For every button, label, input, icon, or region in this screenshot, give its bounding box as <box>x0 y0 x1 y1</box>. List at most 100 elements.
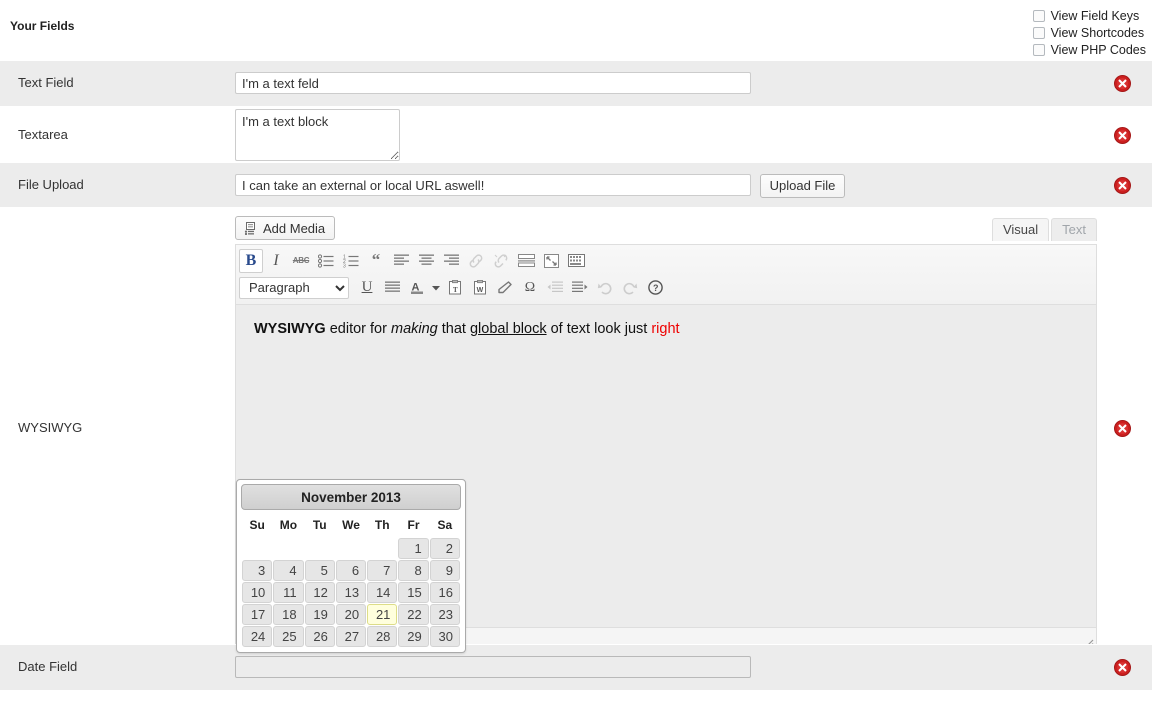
datepicker-day[interactable]: 10 <box>242 582 273 603</box>
datepicker-day[interactable]: 7 <box>367 560 398 581</box>
page-header: Your Fields View Field Keys View Shortco… <box>0 0 1152 60</box>
redo-icon[interactable] <box>618 276 642 300</box>
view-php-codes-option[interactable]: View PHP Codes <box>1032 42 1146 57</box>
datepicker-popup[interactable]: November 2013 Su Mo Tu We Th Fr Sa 12345… <box>236 479 466 653</box>
datepicker-day[interactable]: 3 <box>242 560 273 581</box>
delete-field-button-textarea[interactable] <box>1114 127 1131 144</box>
datepicker-day[interactable]: 18 <box>273 604 304 625</box>
datepicker-day[interactable]: 1 <box>398 538 429 559</box>
datepicker-day-cell: 7 <box>367 560 398 581</box>
date-field-input[interactable] <box>235 656 751 678</box>
align-right-icon[interactable] <box>439 249 463 273</box>
datepicker-day[interactable]: 29 <box>398 626 429 647</box>
unordered-list-icon[interactable] <box>314 249 338 273</box>
delete-field-button-file-upload[interactable] <box>1114 177 1131 194</box>
tab-text[interactable]: Text <box>1051 218 1097 241</box>
datepicker-day-cell: 21 <box>367 604 398 625</box>
upload-file-button[interactable]: Upload File <box>759 174 846 198</box>
svg-text:W: W <box>477 287 484 294</box>
strikethrough-icon[interactable]: ABC <box>289 249 313 273</box>
datepicker-day[interactable]: 20 <box>335 604 367 625</box>
view-php-codes-checkbox[interactable] <box>1032 43 1045 56</box>
view-shortcodes-checkbox[interactable] <box>1032 26 1045 39</box>
datepicker-day[interactable]: 14 <box>367 582 398 603</box>
undo-icon[interactable] <box>593 276 617 300</box>
datepicker-empty <box>305 538 335 559</box>
align-justify-icon[interactable] <box>380 276 404 300</box>
align-left-icon[interactable] <box>389 249 413 273</box>
datepicker-week-row: 17 18 19 20 21 22 23 <box>242 604 460 625</box>
datepicker-day-cell: 18 <box>273 604 304 625</box>
view-shortcodes-option[interactable]: View Shortcodes <box>1032 25 1146 40</box>
datepicker-day[interactable]: 2 <box>429 538 460 559</box>
editor-toolbar-row-2: Paragraph U A T W Ω ? <box>239 274 1093 301</box>
row-label-date-field: Date Field <box>18 659 78 674</box>
fullscreen-icon[interactable] <box>539 249 563 273</box>
datepicker-day[interactable]: 27 <box>335 626 367 647</box>
unlink-icon[interactable] <box>489 249 513 273</box>
remove-formatting-icon[interactable] <box>493 276 517 300</box>
delete-field-button-date-field[interactable] <box>1114 659 1131 676</box>
datepicker-day[interactable]: 6 <box>335 560 367 581</box>
datepicker-day[interactable]: 4 <box>273 560 304 581</box>
datepicker-day[interactable]: 12 <box>304 582 335 603</box>
paragraph-format-select[interactable]: Paragraph <box>239 276 349 299</box>
datepicker-day[interactable]: 5 <box>304 560 335 581</box>
paste-as-text-icon[interactable]: T <box>443 276 467 300</box>
row-label-file-upload: File Upload <box>18 177 84 192</box>
help-icon[interactable]: ? <box>643 276 667 300</box>
datepicker-day[interactable]: 9 <box>429 560 460 581</box>
editor-toolbar: B I ABC 1 2 3 “ Paragraph U A T W Ω ? <box>236 245 1096 305</box>
view-field-keys-label: View Field Keys <box>1050 8 1140 23</box>
italic-icon[interactable]: I <box>264 249 288 273</box>
datepicker-day[interactable]: 22 <box>398 604 429 625</box>
view-field-keys-option[interactable]: View Field Keys <box>1032 8 1146 23</box>
text-field-input[interactable] <box>235 72 751 94</box>
datepicker-day[interactable]: 28 <box>367 626 398 647</box>
view-field-keys-checkbox[interactable] <box>1032 9 1045 22</box>
datepicker-day-today[interactable]: 21 <box>367 604 398 625</box>
indent-icon[interactable] <box>568 276 592 300</box>
paste-from-word-icon[interactable]: W <box>468 276 492 300</box>
outdent-icon[interactable] <box>543 276 567 300</box>
datepicker-day[interactable]: 24 <box>242 626 273 647</box>
datepicker-day-cell: 5 <box>304 560 335 581</box>
datepicker-day[interactable]: 23 <box>429 604 460 625</box>
bold-icon[interactable]: B <box>239 248 263 273</box>
insert-link-icon[interactable] <box>464 249 488 273</box>
kitchen-sink-icon[interactable] <box>564 249 588 273</box>
view-shortcodes-label: View Shortcodes <box>1050 25 1145 40</box>
datepicker-weekday-we: We <box>342 518 360 532</box>
datepicker-day[interactable]: 19 <box>304 604 335 625</box>
datepicker-day[interactable]: 16 <box>429 582 460 603</box>
row-label-textarea: Textarea <box>18 127 68 142</box>
datepicker-day[interactable]: 13 <box>335 582 367 603</box>
datepicker-day[interactable]: 17 <box>242 604 273 625</box>
ordered-list-icon[interactable]: 1 2 3 <box>339 249 363 273</box>
tab-visual[interactable]: Visual <box>991 218 1050 241</box>
align-center-icon[interactable] <box>414 249 438 273</box>
datepicker-day[interactable]: 8 <box>398 560 429 581</box>
editor-media-bar: Add Media Visual Text <box>235 216 1097 241</box>
blockquote-icon[interactable]: “ <box>364 249 388 273</box>
datepicker-day[interactable]: 25 <box>273 626 304 647</box>
datepicker-week-row: 10 11 12 13 14 15 16 <box>242 582 460 603</box>
special-character-icon[interactable]: Ω <box>518 276 542 300</box>
text-color-icon[interactable]: A <box>405 276 429 300</box>
insert-more-tag-icon[interactable] <box>514 249 538 273</box>
datepicker-day[interactable]: 26 <box>304 626 335 647</box>
add-media-button[interactable]: Add Media <box>235 216 336 240</box>
underline-icon[interactable]: U <box>355 276 379 300</box>
file-upload-url-input[interactable] <box>235 174 751 196</box>
textarea-input[interactable]: I'm a text block <box>235 109 400 161</box>
datepicker-day-cell: 6 <box>335 560 367 581</box>
datepicker-day[interactable]: 30 <box>429 626 460 647</box>
datepicker-day[interactable]: 11 <box>273 582 304 603</box>
delete-field-button-wysiwyg[interactable] <box>1114 420 1131 437</box>
datepicker-weekday-sa: Sa <box>437 518 453 532</box>
delete-field-button-text-field[interactable] <box>1114 75 1131 92</box>
datepicker-day-cell: 30 <box>429 626 460 647</box>
text-color-dropdown-icon[interactable] <box>430 276 442 300</box>
datepicker-day-cell: 13 <box>335 582 367 603</box>
datepicker-day[interactable]: 15 <box>398 582 429 603</box>
